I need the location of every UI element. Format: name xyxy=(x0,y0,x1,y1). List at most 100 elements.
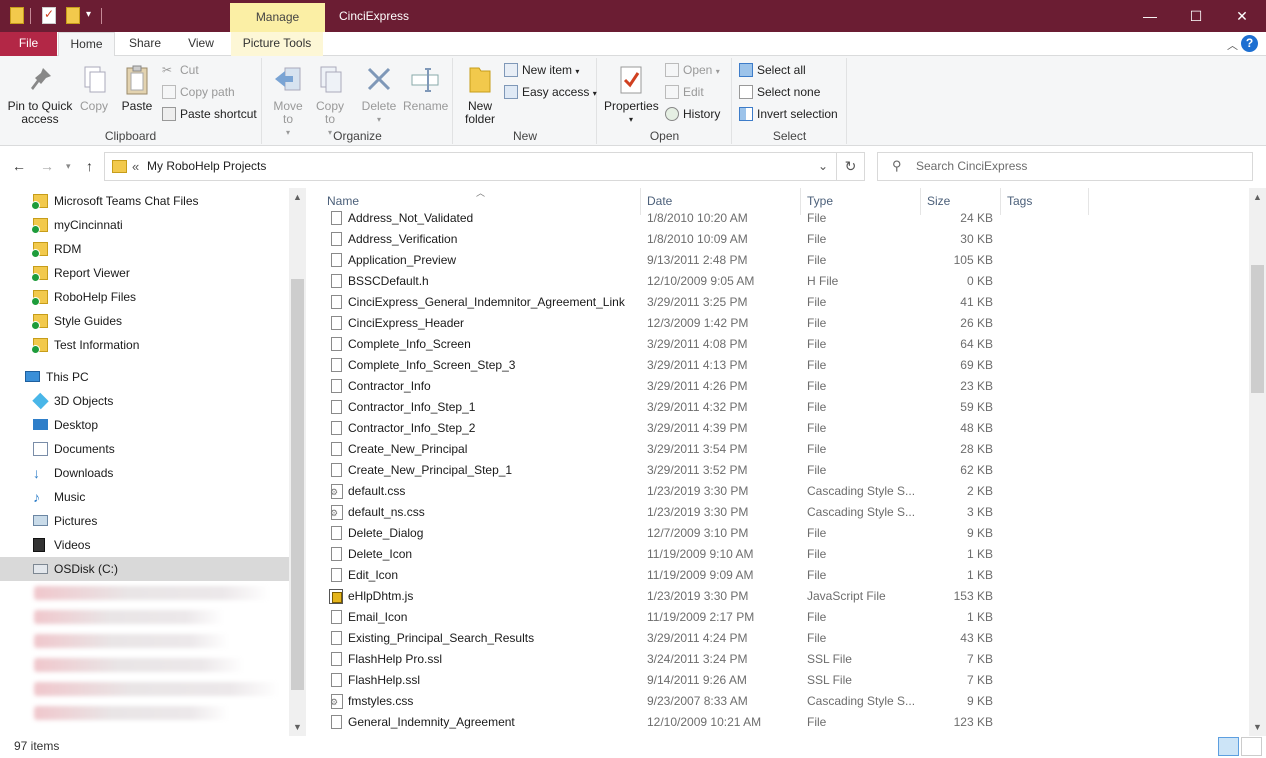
select-none-button[interactable]: Select none xyxy=(739,82,820,102)
paste-shortcut-button[interactable]: Paste shortcut xyxy=(162,104,257,124)
scroll-up-icon[interactable]: ▲ xyxy=(1249,192,1266,202)
nav-item-pictures[interactable]: Pictures xyxy=(0,509,289,533)
delete-button[interactable]: Delete ▾ xyxy=(359,60,399,126)
history-button[interactable]: History xyxy=(665,104,720,124)
rename-button[interactable]: Rename xyxy=(403,60,448,113)
nav-item-osdisk[interactable]: OSDisk (C:) xyxy=(0,557,289,581)
file-row[interactable]: General_Indemnity_Agreement 12/10/2009 10… xyxy=(306,712,1249,733)
nav-item-mycincinnati[interactable]: myCincinnati xyxy=(0,213,289,237)
file-row[interactable]: CinciExpress_Header 12/3/2009 1:42 PM File… xyxy=(306,313,1249,334)
title-bar: ▾ Manage CinciExpress — ☐ ✕ xyxy=(0,0,1266,32)
nav-item-report-viewer[interactable]: Report Viewer xyxy=(0,261,289,285)
nav-item-3d-objects[interactable]: 3D Objects xyxy=(0,389,289,413)
nav-item-robohelp-files[interactable]: RoboHelp Files xyxy=(0,285,289,309)
tab-view[interactable]: View xyxy=(176,32,226,56)
help-icon[interactable]: ? xyxy=(1241,35,1258,52)
edit-button[interactable]: Edit xyxy=(665,82,704,102)
recent-locations-icon[interactable]: ▾ xyxy=(66,161,71,172)
nav-item-this-pc[interactable]: This PC xyxy=(0,365,289,389)
back-arrow-icon[interactable]: ← xyxy=(12,158,26,174)
file-row[interactable]: Address_Verification 1/8/2010 10:09 AM Fil… xyxy=(306,229,1249,250)
nav-item-teams-chat-files[interactable]: Microsoft Teams Chat Files xyxy=(0,189,289,213)
select-all-button[interactable]: Select all xyxy=(739,60,806,80)
forward-arrow-icon[interactable]: → xyxy=(40,158,54,174)
address-bar[interactable]: « My RoboHelp Projects ⌄ xyxy=(104,152,837,181)
pin-quick-access-button[interactable]: Pin to Quick access xyxy=(5,60,75,126)
nav-item-label: Pictures xyxy=(54,514,98,528)
close-button[interactable]: ✕ xyxy=(1219,0,1265,32)
up-arrow-icon[interactable]: ↑ xyxy=(86,158,93,174)
file-row[interactable]: Contractor_Info 3/29/2011 4:26 PM File 23 K… xyxy=(306,376,1249,397)
paste-shortcut-label: Paste shortcut xyxy=(180,107,257,121)
nav-item-videos[interactable]: Videos xyxy=(0,533,289,557)
chevron-down-icon[interactable]: ⌄ xyxy=(818,159,828,173)
invert-selection-button[interactable]: Invert selection xyxy=(739,104,838,124)
file-row[interactable]: eHlpDhtm.js 1/23/2019 3:30 PM JavaScript F… xyxy=(306,586,1249,607)
file-row[interactable]: Delete_Icon 11/19/2009 9:10 AM File 1 KB xyxy=(306,544,1249,565)
tab-file[interactable]: File xyxy=(0,32,57,56)
file-row[interactable]: Email_Icon 11/19/2009 2:17 PM File 1 KB xyxy=(306,607,1249,628)
file-row[interactable]: Create_New_Principal_Step_1 3/29/2011 3:5… xyxy=(306,460,1249,481)
details-view-icon[interactable] xyxy=(1218,737,1239,756)
scroll-down-icon[interactable]: ▼ xyxy=(289,722,306,732)
chevron-left-icon[interactable]: « xyxy=(132,159,139,174)
nav-item-music[interactable]: ♪ Music xyxy=(0,485,289,509)
file-row[interactable]: FlashHelp.ssl 9/14/2011 9:26 AM SSL File 7 … xyxy=(306,670,1249,691)
copy-button[interactable]: Copy xyxy=(75,60,113,113)
scrollbar-thumb[interactable] xyxy=(1251,265,1264,393)
maximize-button[interactable]: ☐ xyxy=(1173,0,1219,32)
move-to-button[interactable]: Move to ▾ xyxy=(269,60,307,139)
file-row[interactable]: Complete_Info_Screen 3/29/2011 4:08 PM Fil… xyxy=(306,334,1249,355)
open-button[interactable]: Open ▾ xyxy=(665,60,720,80)
new-item-button[interactable]: New item ▾ xyxy=(504,60,579,80)
file-row[interactable]: Create_New_Principal 3/29/2011 3:54 PM Fil… xyxy=(306,439,1249,460)
file-row[interactable]: Application_Preview 9/13/2011 2:48 PM File… xyxy=(306,250,1249,271)
copy-to-button[interactable]: Copy to ▾ xyxy=(311,60,349,139)
tab-home[interactable]: Home xyxy=(58,32,115,57)
easy-access-button[interactable]: Easy access ▾ xyxy=(504,82,597,102)
search-input[interactable] xyxy=(916,159,1236,173)
file-type: File xyxy=(807,442,827,456)
properties-quick-icon[interactable] xyxy=(42,7,56,24)
paste-button[interactable]: Paste xyxy=(117,60,157,113)
nav-item-rdm[interactable]: RDM xyxy=(0,237,289,261)
nav-item-documents[interactable]: Documents xyxy=(0,437,289,461)
scrollbar-thumb[interactable] xyxy=(291,279,304,690)
large-icons-view-icon[interactable] xyxy=(1241,737,1262,756)
address-path[interactable]: My RoboHelp Projects xyxy=(147,159,266,173)
nav-item-desktop[interactable]: Desktop xyxy=(0,413,289,437)
copy-path-button[interactable]: Copy path xyxy=(162,82,235,102)
file-row[interactable]: default_ns.css 1/23/2019 3:30 PM Cascading… xyxy=(306,502,1249,523)
file-row[interactable]: fmstyles.css 9/23/2007 8:33 AM Cascading S… xyxy=(306,691,1249,712)
tab-manage[interactable]: Manage xyxy=(230,3,325,32)
refresh-button[interactable]: ↻ xyxy=(836,152,865,181)
properties-button[interactable]: Properties ▾ xyxy=(604,60,659,126)
nav-pane-scrollbar[interactable]: ▲ ▼ xyxy=(289,188,306,736)
scroll-down-icon[interactable]: ▼ xyxy=(1249,722,1266,732)
minimize-button[interactable]: — xyxy=(1127,0,1173,32)
file-row[interactable]: Existing_Principal_Search_Results 3/29/20… xyxy=(306,628,1249,649)
file-row[interactable]: Contractor_Info_Step_2 3/29/2011 4:39 PM F… xyxy=(306,418,1249,439)
file-row[interactable]: Complete_Info_Screen_Step_3 3/29/2011 4:1… xyxy=(306,355,1249,376)
file-list-scrollbar[interactable]: ▲ ▼ xyxy=(1249,188,1266,736)
cut-button[interactable]: ✂ Cut xyxy=(162,60,199,80)
file-row[interactable]: BSSCDefault.h 12/10/2009 9:05 AM H File 0 K… xyxy=(306,271,1249,292)
file-row[interactable]: Address_Not_Validated 1/8/2010 10:20 AM Fi… xyxy=(306,208,1249,229)
file-row[interactable]: default.css 1/23/2019 3:30 PM Cascading St… xyxy=(306,481,1249,502)
nav-item-style-guides[interactable]: Style Guides xyxy=(0,309,289,333)
tab-share[interactable]: Share xyxy=(120,32,170,56)
scroll-up-icon[interactable]: ▲ xyxy=(289,192,306,202)
new-folder-quick-icon[interactable] xyxy=(66,7,80,24)
tab-picture-tools[interactable]: Picture Tools xyxy=(231,32,323,56)
file-row[interactable]: Contractor_Info_Step_1 3/29/2011 4:32 PM F… xyxy=(306,397,1249,418)
file-row[interactable]: Edit_Icon 11/19/2009 9:09 AM File 1 KB xyxy=(306,565,1249,586)
nav-item-test-information[interactable]: Test Information xyxy=(0,333,289,357)
customize-quick-access-icon[interactable]: ▾ xyxy=(86,9,91,20)
search-box[interactable]: ⚲ xyxy=(877,152,1253,181)
new-folder-button[interactable]: New folder xyxy=(460,60,500,126)
nav-item-downloads[interactable]: ↓ Downloads xyxy=(0,461,289,485)
file-row[interactable]: FlashHelp Pro.ssl 3/24/2011 3:24 PM SSL Fi… xyxy=(306,649,1249,670)
file-row[interactable]: CinciExpress_General_Indemnitor_Agreemen… xyxy=(306,292,1249,313)
collapse-ribbon-icon[interactable]: ︿ xyxy=(1227,37,1238,53)
file-row[interactable]: Delete_Dialog 12/7/2009 3:10 PM File 9 KB xyxy=(306,523,1249,544)
